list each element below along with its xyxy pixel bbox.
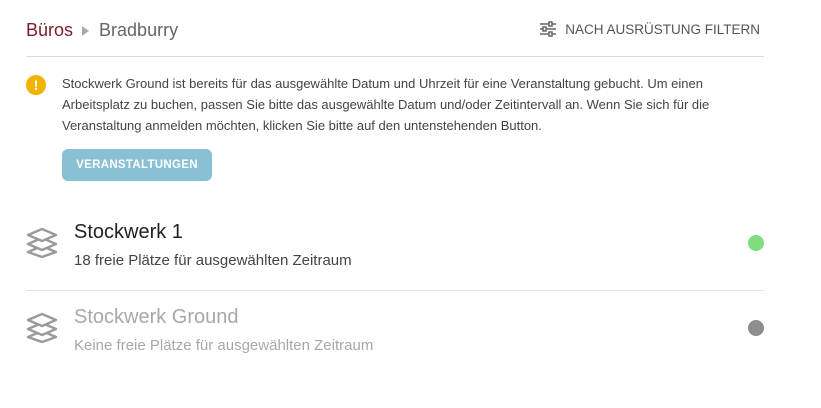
floor-availability: 18 freie Plätze für ausgewählten Zeitrau… <box>74 252 352 269</box>
floor-item[interactable]: Stockwerk 1 18 freie Plätze für ausgewäh… <box>26 206 764 291</box>
page: Büros Bradburry NACH AUSRÜSTUNG FILTERN … <box>0 0 821 408</box>
floor-item[interactable]: Stockwerk Ground Keine freie Plätze für … <box>26 291 764 375</box>
breadcrumb-link-offices[interactable]: Büros <box>26 20 73 41</box>
filter-by-equipment-button[interactable]: NACH AUSRÜSTUNG FILTERN <box>539 21 760 37</box>
breadcrumb-current: Bradburry <box>99 20 179 40</box>
alert-message: Stockwerk Ground ist bereits für das aus… <box>62 76 710 133</box>
events-button[interactable]: VERANSTALTUNGEN <box>62 149 212 181</box>
status-indicator <box>748 320 764 336</box>
floor-availability: Keine freie Plätze für ausgewählten Zeit… <box>74 337 374 354</box>
exclamation-icon: ! <box>26 75 46 95</box>
filter-button-label: NACH AUSRÜSTUNG FILTERN <box>565 21 760 37</box>
floor-name: Stockwerk Ground <box>74 306 239 328</box>
breadcrumb-separator-icon <box>82 25 90 36</box>
sliders-icon <box>540 21 557 37</box>
status-indicator <box>748 235 764 251</box>
breadcrumb: Büros Bradburry <box>26 20 178 41</box>
layers-icon <box>26 312 58 343</box>
floor-name: Stockwerk 1 <box>74 221 183 243</box>
layers-icon <box>26 227 58 258</box>
header: Büros Bradburry NACH AUSRÜSTUNG FILTERN <box>26 14 764 57</box>
